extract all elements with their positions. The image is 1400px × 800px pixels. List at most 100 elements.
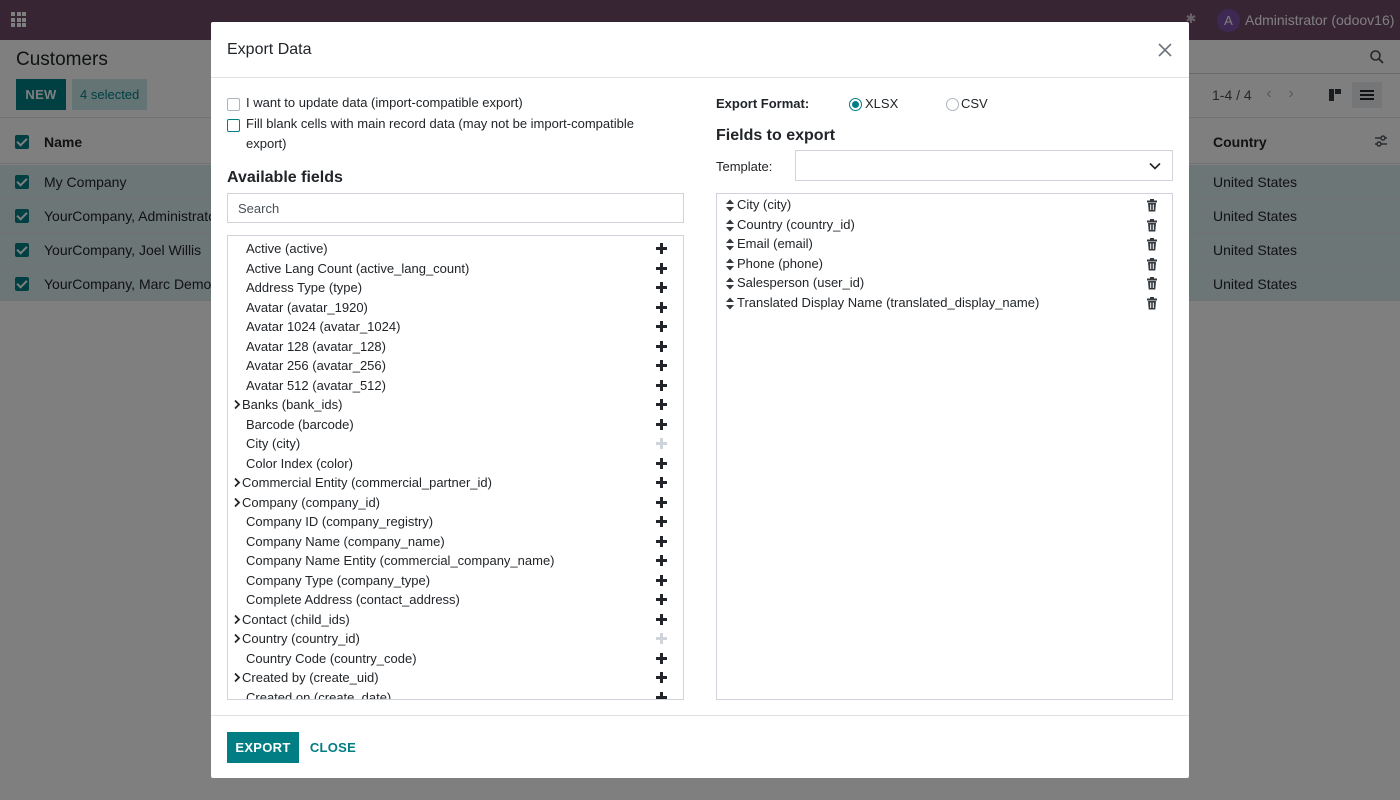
export-format-label: Export Format: — [716, 96, 810, 111]
fill-blank-checkbox[interactable] — [227, 119, 240, 132]
available-field-label: Commercial Entity (commercial_partner_id… — [242, 475, 492, 490]
available-field-item[interactable]: Company ID (company_registry) — [228, 512, 683, 531]
available-field-item[interactable]: Country Code (country_code) — [228, 649, 683, 668]
available-fields-list[interactable]: Active (active) Active Lang Count (active… — [227, 235, 684, 700]
available-field-label: Company Name (company_name) — [246, 533, 445, 549]
format-csv-radio[interactable] — [946, 98, 959, 111]
trash-icon[interactable] — [1146, 257, 1158, 270]
available-field-label: Created by (create_uid) — [242, 670, 379, 685]
trash-icon[interactable] — [1146, 296, 1158, 309]
available-field-item[interactable]: Company (company_id) — [228, 493, 683, 512]
add-field-plus-icon[interactable] — [655, 473, 668, 492]
available-field-item[interactable]: Avatar 128 (avatar_128) — [228, 337, 683, 356]
drag-sort-icon[interactable] — [725, 257, 735, 270]
add-field-plus-icon[interactable] — [655, 454, 668, 473]
available-field-item[interactable]: Avatar 512 (avatar_512) — [228, 376, 683, 395]
available-field-label: Avatar 128 (avatar_128) — [246, 338, 386, 354]
available-field-item[interactable]: Company Name Entity (commercial_company_… — [228, 551, 683, 570]
available-field-item[interactable]: Avatar 1024 (avatar_1024) — [228, 317, 683, 336]
add-field-plus-icon[interactable] — [655, 668, 668, 687]
template-select[interactable] — [795, 150, 1173, 181]
add-field-plus-icon[interactable] — [655, 278, 668, 297]
available-field-item[interactable]: Avatar 256 (avatar_256) — [228, 356, 683, 375]
drag-sort-icon[interactable] — [725, 296, 735, 309]
available-field-item[interactable]: Created by (create_uid) — [228, 668, 683, 687]
export-field-item[interactable]: Country (country_id) — [717, 215, 1172, 234]
drag-sort-icon[interactable] — [725, 276, 735, 290]
available-field-item[interactable]: Company Type (company_type) — [228, 571, 683, 590]
add-field-plus-icon[interactable] — [655, 551, 668, 570]
import-compatible-checkbox[interactable] — [227, 98, 240, 111]
add-field-plus-icon[interactable] — [655, 493, 668, 512]
available-field-label: Active (active) — [246, 241, 328, 256]
add-field-plus-icon[interactable] — [655, 512, 668, 531]
available-field-label: Country Code (country_code) — [246, 650, 417, 666]
available-field-item[interactable]: Country (country_id) — [228, 629, 683, 648]
available-field-item[interactable]: Company Name (company_name) — [228, 532, 683, 551]
available-field-label: Avatar 1024 (avatar_1024) — [246, 319, 401, 334]
modal-header: Export Data — [211, 22, 1189, 78]
available-field-label: Barcode (barcode) — [246, 416, 354, 432]
trash-icon[interactable] — [1146, 276, 1158, 290]
export-field-item[interactable]: City (city) — [717, 195, 1172, 214]
add-field-plus-icon[interactable] — [655, 356, 668, 375]
drag-sort-icon[interactable] — [725, 198, 735, 212]
add-field-plus-icon[interactable] — [655, 434, 668, 453]
add-field-plus-icon[interactable] — [655, 649, 668, 668]
add-field-plus-icon[interactable] — [655, 688, 668, 699]
export-field-item[interactable]: Salesperson (user_id) — [717, 273, 1172, 292]
add-field-plus-icon[interactable] — [655, 298, 668, 317]
available-field-item[interactable]: Barcode (barcode) — [228, 415, 683, 434]
add-field-plus-icon[interactable] — [655, 415, 668, 434]
export-field-label: Salesperson (user_id) — [737, 275, 865, 290]
export-field-label: Translated Display Name (translated_disp… — [737, 294, 1040, 310]
available-field-item[interactable]: Active Lang Count (active_lang_count) — [228, 259, 683, 278]
available-field-item[interactable]: Active (active) — [228, 239, 683, 258]
available-field-item[interactable]: Commercial Entity (commercial_partner_id… — [228, 473, 683, 492]
close-icon[interactable] — [1155, 40, 1175, 60]
add-field-plus-icon[interactable] — [655, 337, 668, 356]
available-field-item[interactable]: Created on (create_date) — [228, 688, 683, 699]
available-field-label: Company (company_id) — [242, 494, 381, 510]
modal-footer: EXPORT CLOSE — [211, 715, 1189, 778]
available-field-item[interactable]: Contact (child_ids) — [228, 610, 683, 629]
drag-sort-icon[interactable] — [725, 237, 735, 251]
format-xlsx-label[interactable]: XLSX — [865, 96, 898, 111]
format-csv-label[interactable]: CSV — [961, 96, 988, 111]
drag-sort-icon[interactable] — [725, 218, 735, 231]
available-field-label: Avatar 256 (avatar_256) — [246, 358, 386, 373]
available-field-item[interactable]: City (city) — [228, 434, 683, 453]
add-field-plus-icon[interactable] — [655, 395, 668, 414]
field-search-input[interactable] — [227, 193, 684, 223]
close-button[interactable]: CLOSE — [305, 732, 361, 763]
fill-blank-label-cont[interactable]: export) — [246, 134, 286, 154]
add-field-plus-icon[interactable] — [655, 259, 668, 278]
available-field-item[interactable]: Banks (bank_ids) — [228, 395, 683, 414]
trash-icon[interactable] — [1146, 198, 1158, 212]
add-field-plus-icon[interactable] — [655, 590, 668, 609]
chevron-down-icon — [1149, 162, 1161, 170]
export-field-item[interactable]: Translated Display Name (translated_disp… — [717, 293, 1172, 312]
add-field-plus-icon[interactable] — [655, 629, 668, 648]
fill-blank-label[interactable]: Fill blank cells with main record data (… — [246, 114, 634, 134]
export-fields-list[interactable]: City (city) Country (country_id) Email (em… — [716, 193, 1173, 700]
available-field-item[interactable]: Color Index (color) — [228, 454, 683, 473]
add-field-plus-icon[interactable] — [655, 610, 668, 629]
available-field-item[interactable]: Avatar (avatar_1920) — [228, 298, 683, 317]
add-field-plus-icon[interactable] — [655, 571, 668, 590]
available-field-label: Complete Address (contact_address) — [246, 592, 460, 607]
export-field-item[interactable]: Email (email) — [717, 234, 1172, 253]
format-xlsx-radio[interactable] — [849, 98, 862, 111]
available-field-item[interactable]: Complete Address (contact_address) — [228, 590, 683, 609]
add-field-plus-icon[interactable] — [655, 317, 668, 336]
export-field-item[interactable]: Phone (phone) — [717, 254, 1172, 273]
import-compatible-label[interactable]: I want to update data (import-compatible… — [246, 93, 523, 113]
trash-icon[interactable] — [1146, 237, 1158, 251]
trash-icon[interactable] — [1146, 218, 1158, 231]
export-button[interactable]: EXPORT — [227, 732, 299, 763]
add-field-plus-icon[interactable] — [655, 239, 668, 258]
add-field-plus-icon[interactable] — [655, 532, 668, 551]
available-field-label: Avatar 512 (avatar_512) — [246, 377, 386, 393]
available-field-item[interactable]: Address Type (type) — [228, 278, 683, 297]
add-field-plus-icon[interactable] — [655, 376, 668, 395]
